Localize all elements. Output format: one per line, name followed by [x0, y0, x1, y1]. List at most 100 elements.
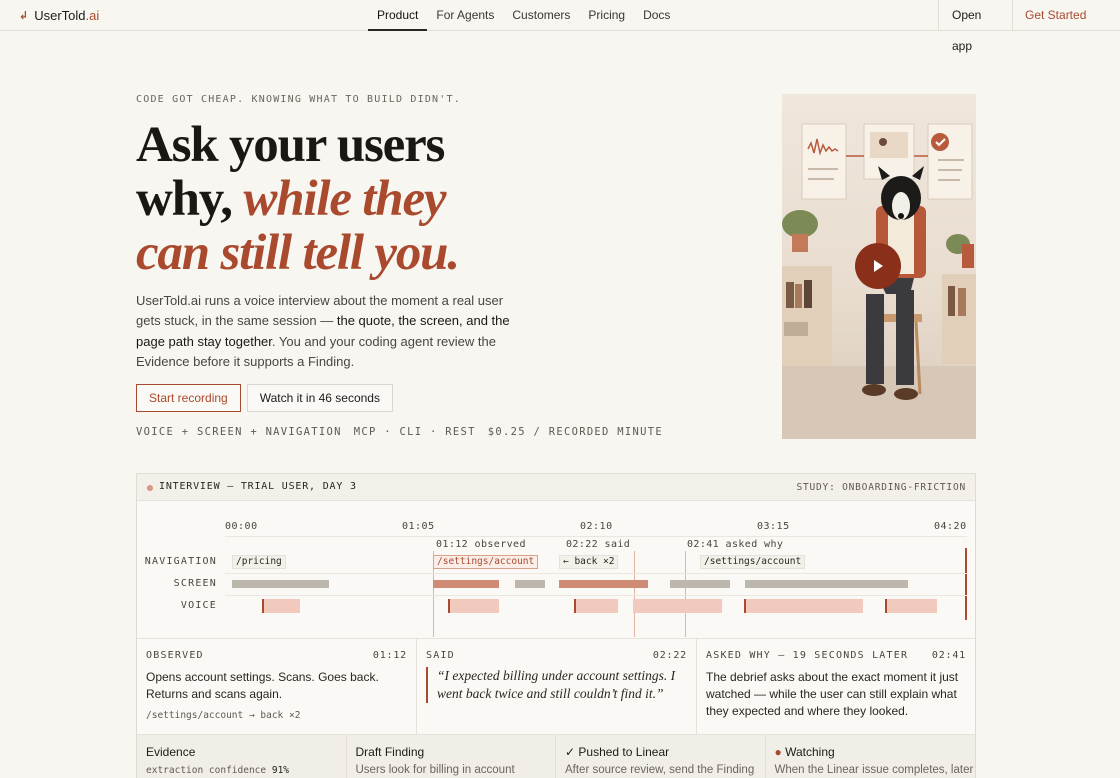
open-app-button[interactable]: Open app	[938, 0, 1012, 53]
marker-asked	[685, 551, 686, 637]
confidence-label: extraction confidence	[146, 765, 272, 776]
voice-segment[interactable]	[633, 599, 722, 613]
get-started-button[interactable]: Get Started	[1012, 0, 1120, 31]
event-said: 02:22 said	[566, 539, 631, 550]
user-quote: “I expected billing under account settin…	[426, 667, 688, 703]
headline-line-2: why,	[136, 171, 233, 227]
logo-accent: .ai	[85, 8, 100, 23]
marker-said	[634, 551, 635, 637]
step-body: extraction confidence 91%	[146, 764, 289, 776]
meta-item-capture: VOICE + SCREEN + NAVIGATION	[136, 426, 342, 438]
step-draft-finding[interactable]: Draft Finding Users look for billing in …	[347, 735, 556, 778]
logo[interactable]: ↲ UserTold .ai	[19, 8, 99, 23]
headline-line-1: Ask your users	[136, 117, 445, 173]
step-body: After source review, send the Finding	[565, 764, 755, 776]
tick-4: 04:20	[934, 521, 967, 532]
tick-1: 01:05	[402, 521, 435, 532]
card-path: /settings/account → back ×2	[146, 710, 301, 721]
nav-chip-back[interactable]: ← back ×2	[559, 555, 619, 569]
row-label-navigation: NAVIGATION	[144, 556, 217, 567]
step-watching[interactable]: ● Watching When the Linear issue complet…	[766, 735, 976, 778]
nav-link-product[interactable]: Product	[368, 0, 428, 31]
confidence-value: 91%	[271, 765, 290, 776]
tick-0: 00:00	[225, 521, 258, 532]
logo-icon: ↲	[19, 10, 29, 22]
row-label-screen: SCREEN	[173, 578, 217, 589]
watch-video-button[interactable]: Watch it in 46 seconds	[246, 384, 393, 412]
moment-cards: OBSERVED 01:12 Opens account settings. S…	[137, 638, 975, 734]
hero-eyebrow: CODE GOT CHEAP. KNOWING WHAT TO BUILD DI…	[136, 94, 461, 105]
panel-title: INTERVIEW — TRIAL USER, DAY 3	[159, 481, 357, 492]
tick-2: 02:10	[580, 521, 613, 532]
card-heading: ASKED WHY — 19 SECONDS LATER	[706, 650, 909, 661]
card-time: 01:12	[372, 650, 407, 661]
hero-description: UserTold.ai runs a voice interview about…	[136, 291, 511, 372]
pipeline-steps: Evidence extraction confidence 91% Draft…	[137, 734, 975, 778]
event-asked-why: 02:41 asked why	[687, 539, 784, 550]
screen-segment[interactable]	[433, 580, 499, 588]
card-time: 02:41	[931, 650, 966, 661]
start-recording-button[interactable]: Start recording	[136, 384, 241, 412]
row-divider	[225, 573, 967, 574]
headline-accent-2: can still tell you.	[136, 225, 460, 281]
screen-segment[interactable]	[559, 580, 648, 588]
voice-segment[interactable]	[885, 599, 937, 613]
study-label: STUDY: ONBOARDING-FRICTION	[796, 482, 966, 493]
session-timeline: 00:00 01:05 02:10 03:15 04:20 01:12 obse…	[137, 501, 975, 638]
event-observed: 01:12 observed	[436, 539, 526, 550]
status-dot-icon	[147, 485, 153, 491]
step-body: Users look for billing in account	[355, 764, 515, 776]
nav-links: Product For Agents Customers Pricing Doc…	[368, 0, 679, 31]
screen-segment[interactable]	[670, 580, 730, 588]
hero-meta: VOICE + SCREEN + NAVIGATION MCP · CLI · …	[136, 426, 663, 438]
step-pushed-linear[interactable]: ✓ Pushed to Linear After source review, …	[556, 735, 766, 778]
nav-chip-settings[interactable]: /settings/account	[433, 555, 539, 569]
step-heading: Evidence	[146, 745, 196, 759]
step-heading: ✓ Pushed to Linear	[565, 745, 670, 759]
card-asked-why[interactable]: ASKED WHY — 19 SECONDS LATER 02:41 The d…	[697, 639, 975, 734]
step-heading: Draft Finding	[355, 745, 425, 759]
voice-start-mark	[262, 599, 264, 613]
hero-cta-row: Start recording Watch it in 46 seconds	[136, 384, 393, 412]
timeline-rule	[225, 536, 967, 537]
card-time: 02:22	[652, 650, 687, 661]
card-body: The debrief asks about the exact moment …	[706, 670, 959, 718]
hero-headline: Ask your users why, while they can still…	[136, 118, 566, 280]
voice-segment[interactable]	[262, 599, 300, 613]
nav-chip-settings-return[interactable]: /settings/account	[700, 555, 806, 569]
card-heading: OBSERVED	[146, 650, 204, 661]
voice-start-mark	[574, 599, 576, 613]
playhead[interactable]	[965, 548, 967, 620]
nav-link-customers[interactable]: Customers	[503, 0, 579, 31]
voice-start-mark	[744, 599, 746, 613]
logo-text: UserTold	[34, 8, 86, 23]
voice-start-mark	[885, 599, 887, 613]
row-label-voice: VOICE	[180, 600, 217, 611]
card-said[interactable]: SAID 02:22 “I expected billing under acc…	[417, 639, 697, 734]
voice-segment[interactable]	[574, 599, 618, 613]
hero-video[interactable]	[782, 94, 976, 439]
card-body: Opens account settings. Scans. Goes back…	[146, 670, 379, 701]
screen-segment[interactable]	[232, 580, 329, 588]
nav-link-pricing[interactable]: Pricing	[579, 0, 634, 31]
nav-actions: Open app Get Started	[938, 0, 1120, 53]
step-heading: ● Watching	[775, 745, 835, 759]
play-button[interactable]	[855, 243, 901, 289]
voice-segment[interactable]	[448, 599, 499, 613]
voice-start-mark	[448, 599, 450, 613]
nav-chip-pricing[interactable]: /pricing	[232, 555, 286, 569]
row-divider	[225, 595, 967, 596]
screen-segment[interactable]	[515, 580, 545, 588]
step-evidence[interactable]: Evidence extraction confidence 91%	[137, 735, 347, 778]
panel-header: INTERVIEW — TRIAL USER, DAY 3 STUDY: ONB…	[137, 474, 975, 501]
tick-3: 03:15	[757, 521, 790, 532]
step-heading-text: Watching	[785, 745, 835, 759]
nav-link-for-agents[interactable]: For Agents	[427, 0, 503, 31]
card-observed[interactable]: OBSERVED 01:12 Opens account settings. S…	[137, 639, 417, 734]
voice-segment[interactable]	[744, 599, 863, 613]
nav-link-docs[interactable]: Docs	[634, 0, 679, 31]
card-heading: SAID	[426, 650, 455, 661]
screen-segment[interactable]	[745, 580, 908, 588]
top-nav: ↲ UserTold .ai Product For Agents Custome…	[0, 0, 1120, 53]
interview-panel: INTERVIEW — TRIAL USER, DAY 3 STUDY: ONB…	[136, 473, 976, 778]
